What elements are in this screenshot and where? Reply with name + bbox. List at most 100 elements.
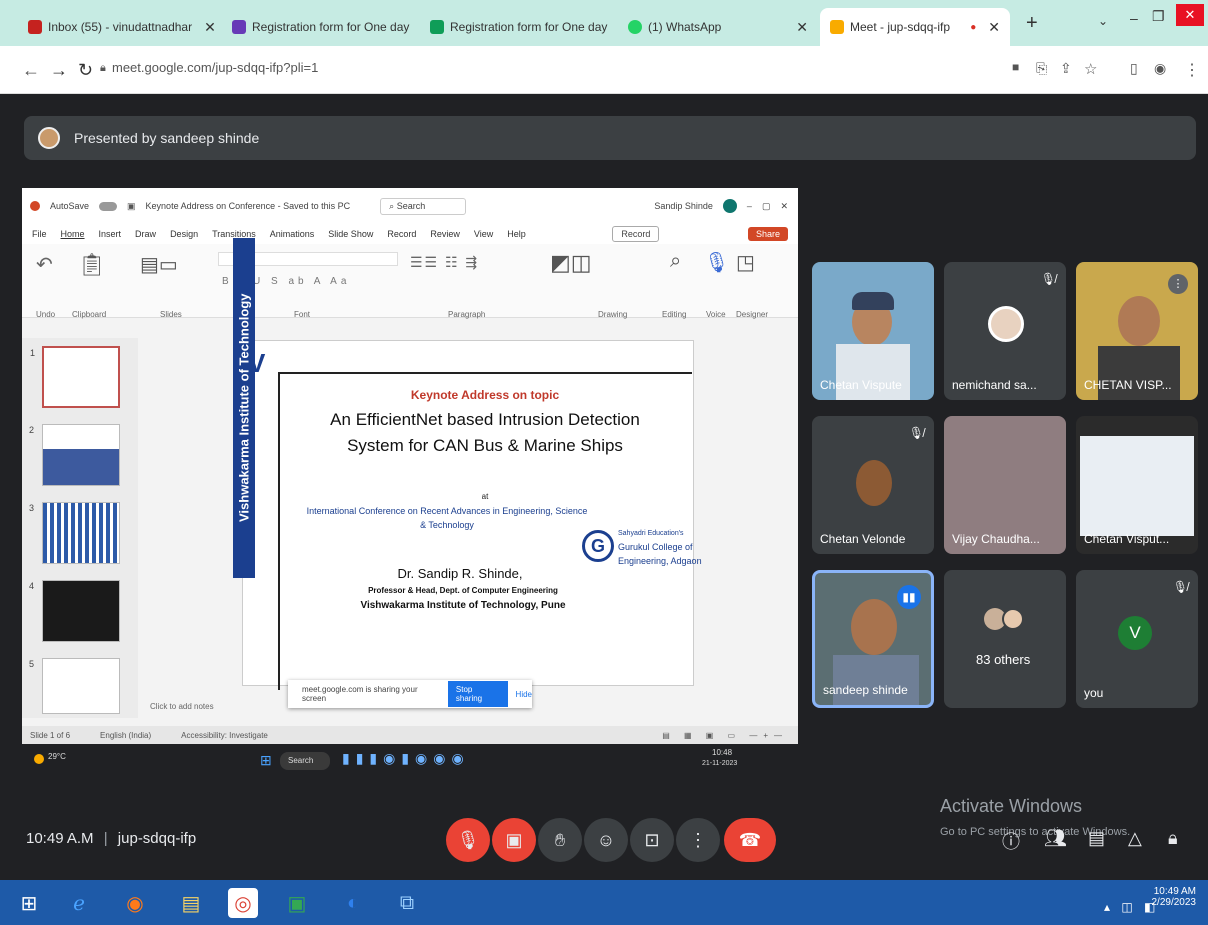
hide-button[interactable]: Hide	[516, 690, 532, 699]
record-button[interactable]: Record	[612, 226, 660, 242]
windows-start-icon[interactable]: ⊞	[14, 888, 44, 918]
participant-tile[interactable]: Chetan Vispute	[812, 262, 934, 400]
activities-icon[interactable]: △	[1128, 828, 1142, 849]
meeting-details-icon[interactable]: ⓘ	[1002, 828, 1020, 854]
settings-icon[interactable]: ⧉	[392, 888, 422, 918]
close-tab-icon[interactable]: ✕	[415, 19, 418, 36]
edge-icon[interactable]: ◐	[338, 888, 368, 918]
more-options-button[interactable]: ⋮	[676, 818, 720, 862]
reload-icon[interactable]: ↻	[78, 60, 93, 81]
thumb-number: 5	[29, 659, 35, 669]
slide-thumb-2[interactable]: 2	[29, 424, 120, 486]
tab-search-icon[interactable]: ⌄	[1098, 14, 1108, 28]
participant-tile[interactable]: ⋮ CHETAN VISP...	[1076, 262, 1198, 400]
close-tab-icon[interactable]: ✕	[198, 19, 216, 36]
slide-thumb-3[interactable]: 3	[29, 502, 120, 564]
tab-forms-1[interactable]: Registration form for One day ✕	[222, 8, 418, 46]
minimize-icon[interactable]: –	[1130, 10, 1138, 26]
tab-forms-2[interactable]: Registration form for One day ✕	[420, 8, 616, 46]
camera-in-use-icon[interactable]: ■	[1012, 60, 1019, 74]
slide-thumb-1[interactable]: 1	[30, 346, 120, 408]
participant-tile[interactable]: 🎙︎̸ Chetan Velonde	[812, 416, 934, 554]
excel-icon[interactable]: ▣	[282, 888, 312, 918]
new-tab-button[interactable]: +	[1026, 12, 1038, 35]
slide-vertical-banner: Vishwakarma Institute of Technology	[233, 238, 255, 578]
forward-icon[interactable]: →	[50, 60, 68, 81]
reactions-button[interactable]: ☺	[584, 818, 628, 862]
mic-off-button[interactable]: 🎙︎	[446, 818, 490, 862]
editing-icon[interactable]: ⌕	[670, 250, 681, 273]
menu-animations[interactable]: Animations	[270, 229, 315, 239]
paste-icon[interactable]: 📋︎	[78, 252, 108, 292]
others-tile[interactable]: 83 others	[944, 570, 1066, 708]
undo-icon[interactable]: ↶	[36, 252, 76, 292]
restore-icon[interactable]: ❐	[1152, 8, 1165, 25]
share-button[interactable]: Share	[747, 227, 788, 241]
close-tab-icon[interactable]: ✕	[613, 19, 616, 36]
slide-thumb-5[interactable]: 5	[29, 658, 120, 714]
menu-home[interactable]: Home	[61, 229, 85, 239]
tab-meet[interactable]: Meet - jup-sdqq-ifp ● ✕	[820, 8, 1010, 46]
menu-draw[interactable]: Draw	[135, 229, 156, 239]
close-icon[interactable]: ✕	[780, 201, 788, 212]
file-explorer-icon[interactable]: ▤	[176, 888, 206, 918]
participant-name: you	[1084, 686, 1104, 700]
close-tab-icon[interactable]: ✕	[982, 19, 1000, 36]
internet-explorer-icon[interactable]: ℯ	[64, 888, 94, 918]
notes-placeholder[interactable]: Click to add notes	[150, 702, 214, 711]
dictate-icon[interactable]: 🎙︎	[704, 250, 729, 275]
menu-kebab-icon[interactable]: ⋮	[1184, 60, 1200, 80]
stop-sharing-button[interactable]: Stop sharing	[447, 681, 508, 707]
participant-tile-speaking[interactable]: ▮▮ sandeep shinde	[812, 570, 934, 708]
share-icon[interactable]: ⇪	[1060, 60, 1072, 77]
save-icon[interactable]: ▣	[127, 201, 136, 212]
menu-file[interactable]: File	[32, 229, 47, 239]
firefox-icon[interactable]: ◉	[120, 888, 150, 918]
close-tab-icon[interactable]: ✕	[790, 19, 808, 36]
menu-view[interactable]: View	[474, 229, 493, 239]
designer-icon[interactable]: ◳	[736, 250, 755, 275]
minimize-icon[interactable]: –	[747, 201, 752, 211]
translate-icon[interactable]: ⎘	[1036, 60, 1047, 77]
ppt-search-box[interactable]: ⌕ Search	[380, 197, 467, 215]
new-slide-icon[interactable]: ▤▭	[140, 252, 190, 292]
shapes-icon[interactable]: ◩◫	[550, 250, 592, 276]
participant-tile[interactable]: 🎙︎̸ nemichand sa...	[944, 262, 1066, 400]
menu-slideshow[interactable]: Slide Show	[328, 229, 373, 239]
participant-tile[interactable]: Chetan Visput...	[1076, 416, 1198, 554]
tab-whatsapp[interactable]: (1) WhatsApp ✕	[618, 8, 818, 46]
chat-icon[interactable]: ▤	[1088, 828, 1105, 849]
menu-record[interactable]: Record	[387, 229, 416, 239]
participant-tile[interactable]: Vijay Chaudha...	[944, 416, 1066, 554]
present-button[interactable]: ⊡	[630, 818, 674, 862]
shared-windows-taskbar: 29°C ⊞ Search ▮▮▮◉▮◉◉◉ 10:48 21-11-2023	[22, 744, 798, 782]
slide-thumb-4[interactable]: 4	[29, 580, 120, 642]
raise-hand-button[interactable]: ✋︎	[538, 818, 582, 862]
host-controls-icon[interactable]: 🔒︎	[1168, 828, 1178, 849]
group-slides: Slides	[160, 310, 182, 319]
tab-gmail[interactable]: Inbox (55) - vinudattnadhar ✕	[18, 8, 218, 46]
close-window-icon[interactable]: ✕	[1176, 4, 1204, 26]
self-tile[interactable]: 🎙︎̸ V you	[1076, 570, 1198, 708]
menu-review[interactable]: Review	[430, 229, 460, 239]
chrome-icon[interactable]: ◎	[228, 888, 258, 918]
end-call-button[interactable]: ☎︎	[724, 818, 776, 862]
college-line1: Sahyadri Education's	[618, 530, 684, 537]
profile-icon[interactable]: ◉	[1154, 60, 1166, 77]
back-icon[interactable]: ←	[22, 60, 40, 81]
bookmark-star-icon[interactable]: ☆	[1084, 60, 1097, 78]
menu-help[interactable]: Help	[507, 229, 526, 239]
shared-search: Search	[280, 752, 330, 770]
camera-off-button[interactable]: ▣	[492, 818, 536, 862]
paragraph-buttons[interactable]: ☰☰ ☷ ⇶	[410, 254, 479, 271]
autosave-toggle[interactable]	[99, 201, 118, 211]
restore-icon[interactable]: ▢	[762, 201, 771, 212]
view-buttons[interactable]: ▤ ▦ ▣ ▭ —+—	[662, 731, 788, 740]
menu-design[interactable]: Design	[170, 229, 198, 239]
menu-insert[interactable]: Insert	[99, 229, 122, 239]
sidebar-icon[interactable]: ▯	[1130, 60, 1138, 77]
more-options-icon[interactable]: ⋮	[1168, 274, 1188, 294]
ppt-status-bar: Slide 1 of 6 English (India) Accessibili…	[22, 726, 798, 744]
people-icon[interactable]: 👥︎	[1044, 828, 1067, 849]
url-field[interactable]: meet.google.com/jup-sdqq-ifp?pli=1	[112, 60, 318, 75]
